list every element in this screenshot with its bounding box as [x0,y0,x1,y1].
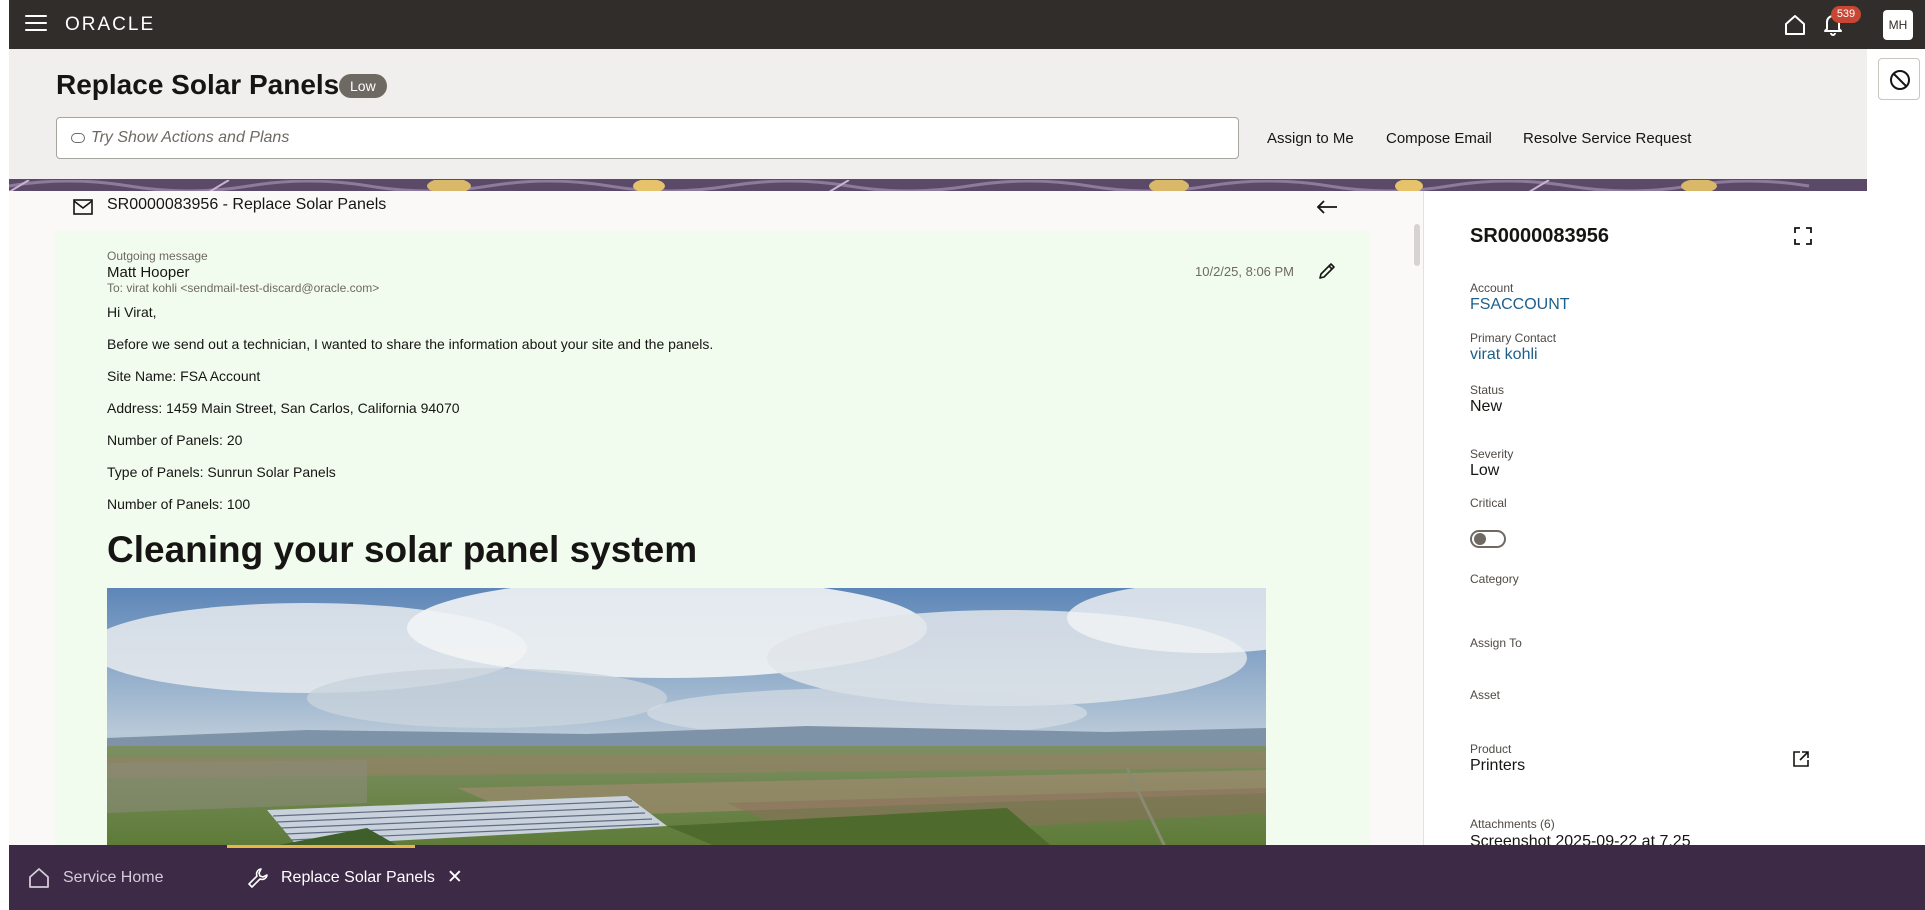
home-icon [29,867,49,888]
critical-toggle[interactable] [1470,530,1506,548]
message-address: Address: 1459 Main Street, San Carlos, C… [107,400,460,416]
window-edge [0,0,9,910]
home-icon[interactable] [1782,12,1808,38]
page-title: Replace Solar Panels [56,69,340,100]
attachment-preview[interactable]: Screenshot 2025-09-22 at 7.25 [1470,833,1691,845]
account-link[interactable]: FSACCOUNT [1470,296,1570,314]
tab-service-home[interactable]: Service Home [27,845,163,910]
thread-title: SR0000083956 - Replace Solar Panels [107,196,387,213]
message-timestamp: 10/2/25, 8:06 PM [1195,264,1295,279]
decorative-banner [9,179,1867,191]
message-scrollbar[interactable] [1411,191,1423,845]
message-panels-count-2: Number of Panels: 100 [107,496,251,512]
compose-email-button[interactable]: Compose Email [1386,125,1492,153]
service-request-details-pane: SR0000083956 Account FSACCOUNT Primary C… [1423,191,1867,845]
solar-farm-illustration [107,588,1266,845]
notification-count-badge: 539 [1831,6,1861,23]
open-external-icon[interactable] [1792,750,1810,768]
assign-to-label: Assign To [1470,636,1522,650]
severity-label: Severity [1470,447,1514,461]
primary-contact-link[interactable]: virat kohli [1470,346,1538,364]
sr-number: SR0000083956 [1470,225,1610,247]
page-header: Replace Solar Panels Low Assign to Me Co… [9,49,1867,179]
message-recipient: To: virat kohli <sendmail-test-discard@o… [107,281,380,295]
critical-label: Critical [1470,496,1507,510]
back-arrow-icon[interactable] [1315,197,1339,217]
message-site-name: Site Name: FSA Account [107,368,261,384]
hamburger-menu-icon[interactable] [25,15,47,33]
asset-label: Asset [1470,688,1501,702]
message-card: Outgoing message Matt Hooper To: virat k… [55,231,1370,845]
resolve-service-request-button[interactable]: Resolve Service Request [1523,125,1691,153]
product-value[interactable]: Printers [1470,757,1525,775]
top-navigation-bar: ORACLE 539 MH [9,0,1925,49]
message-thread-panel: SR0000083956 - Replace Solar Panels Outg… [9,191,1411,845]
attachments-label: Attachments (6) [1470,817,1555,831]
mail-icon [73,199,93,215]
product-label: Product [1470,742,1512,756]
category-label: Category [1470,572,1519,586]
search-pill-icon [71,133,85,143]
user-avatar[interactable]: MH [1883,10,1913,40]
wrench-icon [248,867,268,888]
action-search-box[interactable] [56,117,1239,159]
expand-icon[interactable] [1794,227,1812,245]
assign-to-me-button[interactable]: Assign to Me [1267,125,1354,153]
oracle-logo: ORACLE [65,14,156,35]
critical-toggle-knob [1474,533,1486,545]
message-panel-type: Type of Panels: Sunrun Solar Panels [107,464,336,480]
thread-header: SR0000083956 - Replace Solar Panels [9,191,1411,231]
block-icon [1890,70,1910,90]
tab-replace-solar-panels[interactable]: Replace Solar Panels ✕ [247,845,463,910]
message-intro: Before we send out a technician, I wante… [107,336,714,352]
tab-label: Service Home [63,868,164,886]
account-label: Account [1470,281,1514,295]
message-type-label: Outgoing message [107,249,208,263]
message-scrollbar-thumb[interactable] [1414,224,1420,266]
tab-label: Replace Solar Panels [281,868,435,886]
edit-pencil-icon[interactable] [1317,261,1337,281]
primary-contact-label: Primary Contact [1470,331,1557,345]
message-sender: Matt Hooper [107,264,190,281]
banner-pattern [9,179,1867,191]
close-tab-icon[interactable]: ✕ [447,868,463,887]
severity-badge: Low [339,74,387,98]
solar-farm-image [107,588,1266,845]
message-panels-count: Number of Panels: 20 [107,432,243,448]
action-search-input[interactable] [91,126,1221,150]
status-value[interactable]: New [1470,398,1502,416]
message-greeting: Hi Virat, [107,304,157,320]
rail-panel-button[interactable] [1878,58,1920,100]
severity-value[interactable]: Low [1470,462,1499,480]
bottom-tab-bar: Service Home Replace Solar Panels ✕ [9,845,1925,910]
message-heading: Cleaning your solar panel system [107,529,698,570]
status-label: Status [1470,383,1505,397]
